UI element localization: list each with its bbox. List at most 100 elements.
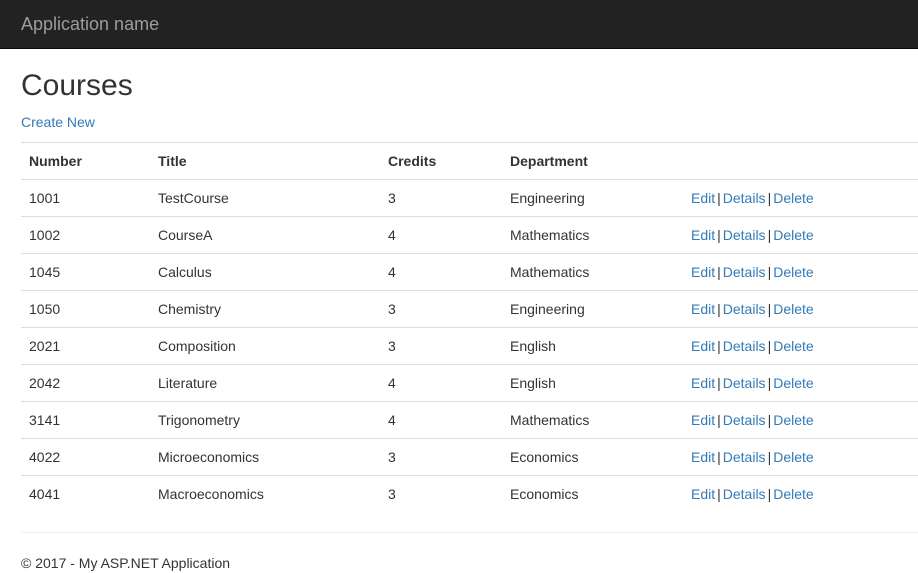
header-actions bbox=[683, 142, 918, 180]
details-link[interactable]: Details bbox=[723, 264, 766, 280]
details-link[interactable]: Details bbox=[723, 301, 766, 317]
delete-link[interactable]: Delete bbox=[773, 486, 813, 502]
edit-link[interactable]: Edit bbox=[691, 375, 715, 391]
cell-actions: Edit | Details | Delete bbox=[683, 401, 918, 439]
edit-link[interactable]: Edit bbox=[691, 486, 715, 502]
table-row: 2042 Literature 4 English Edit | Details | D… bbox=[21, 364, 918, 402]
cell-credits: 3 bbox=[380, 327, 502, 365]
action-separator: | bbox=[717, 264, 721, 280]
action-separator: | bbox=[717, 338, 721, 354]
cell-title: Chemistry bbox=[150, 290, 380, 328]
delete-link[interactable]: Delete bbox=[773, 264, 813, 280]
table-row: 1045 Calculus 4 Mathematics Edit | Details… bbox=[21, 253, 918, 291]
courses-table: Number Title Credits Department 1001 Tes… bbox=[21, 142, 918, 513]
cell-actions: Edit | Details | Delete bbox=[683, 327, 918, 365]
cell-credits: 4 bbox=[380, 401, 502, 439]
table-row: 1002 CourseA 4 Mathematics Edit | Details |… bbox=[21, 216, 918, 254]
action-separator: | bbox=[717, 190, 721, 206]
details-link[interactable]: Details bbox=[723, 338, 766, 354]
cell-credits: 3 bbox=[380, 290, 502, 328]
cell-department: Mathematics bbox=[502, 401, 683, 439]
delete-link[interactable]: Delete bbox=[773, 190, 813, 206]
cell-actions: Edit | Details | Delete bbox=[683, 216, 918, 254]
cell-title: Microeconomics bbox=[150, 438, 380, 476]
brand-link[interactable]: Application name bbox=[21, 14, 159, 35]
cell-credits: 3 bbox=[380, 475, 502, 513]
table-row: 4041 Macroeconomics 3 Economics Edit | Det… bbox=[21, 475, 918, 513]
details-link[interactable]: Details bbox=[723, 190, 766, 206]
cell-department: Mathematics bbox=[502, 216, 683, 254]
delete-link[interactable]: Delete bbox=[773, 227, 813, 243]
action-separator: | bbox=[717, 227, 721, 243]
edit-link[interactable]: Edit bbox=[691, 264, 715, 280]
cell-title: Calculus bbox=[150, 253, 380, 291]
cell-credits: 4 bbox=[380, 253, 502, 291]
navbar: Application name bbox=[0, 0, 918, 49]
body-content: Courses Create New Number Title Credits … bbox=[0, 69, 918, 571]
details-link[interactable]: Details bbox=[723, 449, 766, 465]
cell-number: 1045 bbox=[21, 253, 150, 291]
delete-link[interactable]: Delete bbox=[773, 449, 813, 465]
cell-department: Mathematics bbox=[502, 253, 683, 291]
cell-number: 3141 bbox=[21, 401, 150, 439]
cell-credits: 4 bbox=[380, 364, 502, 402]
cell-number: 1002 bbox=[21, 216, 150, 254]
cell-department: Economics bbox=[502, 438, 683, 476]
edit-link[interactable]: Edit bbox=[691, 449, 715, 465]
details-link[interactable]: Details bbox=[723, 375, 766, 391]
edit-link[interactable]: Edit bbox=[691, 301, 715, 317]
cell-title: Macroeconomics bbox=[150, 475, 380, 513]
cell-actions: Edit | Details | Delete bbox=[683, 180, 918, 217]
cell-credits: 4 bbox=[380, 216, 502, 254]
cell-department: English bbox=[502, 327, 683, 365]
table-row: 4022 Microeconomics 3 Economics Edit | Det… bbox=[21, 438, 918, 476]
table-row: 1050 Chemistry 3 Engineering Edit | Detail… bbox=[21, 290, 918, 328]
cell-title: TestCourse bbox=[158, 190, 229, 206]
cell-actions: Edit | Details | Delete bbox=[683, 438, 918, 476]
cell-title: Composition bbox=[150, 327, 380, 365]
page-title: Courses bbox=[21, 69, 133, 102]
cell-number: 1050 bbox=[21, 290, 150, 328]
create-new-link[interactable]: Create New bbox=[21, 112, 95, 132]
cell-number: 4041 bbox=[21, 475, 150, 513]
action-separator: | bbox=[717, 486, 721, 503]
table-row: 1001 TestCourse 3 Engineering Edit | Detai… bbox=[21, 180, 918, 217]
cell-department: Engineering bbox=[502, 290, 683, 328]
delete-link[interactable]: Delete bbox=[773, 338, 813, 354]
edit-link[interactable]: Edit bbox=[691, 227, 715, 243]
action-separator: | bbox=[717, 375, 721, 391]
header-title: Title bbox=[150, 142, 380, 180]
table-header-row: Number Title Credits Department bbox=[21, 142, 918, 180]
action-separator: | bbox=[717, 301, 721, 317]
cell-title: Trigonometry bbox=[150, 401, 380, 439]
table-row: 3141 Trigonometry 4 Mathematics Edit | Det… bbox=[21, 401, 918, 439]
details-link[interactable]: Details bbox=[723, 227, 766, 243]
footer: © 2017 - My ASP.NET Application bbox=[21, 533, 918, 571]
edit-link[interactable]: Edit bbox=[691, 338, 715, 354]
header-number: Number bbox=[21, 142, 150, 180]
cell-actions: Edit | Details | Delete bbox=[683, 475, 918, 513]
header-department: Department bbox=[502, 142, 683, 180]
cell-department: Engineering bbox=[510, 190, 585, 206]
action-separator: | bbox=[717, 449, 721, 465]
edit-link[interactable]: Edit bbox=[691, 190, 715, 206]
details-link[interactable]: Details bbox=[723, 486, 766, 502]
cell-department: Economics bbox=[502, 475, 683, 513]
cell-title: CourseA bbox=[150, 216, 380, 254]
header-credits: Credits bbox=[380, 142, 502, 180]
cell-number: 1001 bbox=[29, 190, 61, 206]
footer-copyright: © 2017 - My ASP.NET Application bbox=[21, 554, 231, 571]
cell-credits: 3 bbox=[388, 190, 396, 206]
cell-actions: Edit | Details | Delete bbox=[683, 364, 918, 402]
edit-link[interactable]: Edit bbox=[691, 412, 715, 428]
cell-department: English bbox=[502, 364, 683, 402]
delete-link[interactable]: Delete bbox=[773, 301, 813, 317]
cell-number: 2042 bbox=[21, 364, 150, 402]
details-link[interactable]: Details bbox=[723, 412, 766, 428]
delete-link[interactable]: Delete bbox=[773, 412, 813, 428]
cell-title: Literature bbox=[150, 364, 380, 402]
delete-link[interactable]: Delete bbox=[773, 375, 813, 391]
action-separator: | bbox=[717, 412, 721, 428]
cell-number: 2021 bbox=[21, 327, 150, 365]
cell-credits: 3 bbox=[380, 438, 502, 476]
